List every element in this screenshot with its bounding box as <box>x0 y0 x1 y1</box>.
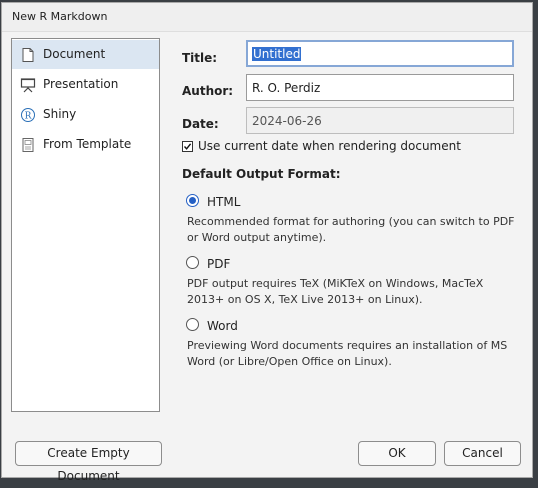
cancel-button[interactable]: Cancel <box>444 441 521 466</box>
use-current-date-checkbox[interactable] <box>182 141 193 152</box>
word-radio[interactable] <box>186 318 199 331</box>
word-description: Previewing Word documents requires an in… <box>187 338 517 370</box>
description-line: PDF output requires TeX (MiKTeX on Windo… <box>187 277 484 290</box>
author-field[interactable]: R. O. Perdiz <box>246 74 514 101</box>
description-line: Word (or Libre/Open Office on Linux). <box>187 355 392 368</box>
author-value: R. O. Perdiz <box>252 81 321 95</box>
svg-text:R: R <box>25 112 32 122</box>
sidebar-item-document[interactable]: Document <box>12 40 159 69</box>
ok-button[interactable]: OK <box>358 441 436 466</box>
author-label: Author: <box>182 84 234 98</box>
document-type-list: Document Presentation R Shiny From Templ… <box>11 38 160 412</box>
html-radio-label: HTML <box>207 195 241 209</box>
sidebar-item-label: From Template <box>43 137 132 151</box>
pdf-radio-label: PDF <box>207 257 231 271</box>
create-empty-document-button[interactable]: Create Empty Document <box>15 441 162 483</box>
sidebar-item-label: Document <box>43 47 106 61</box>
output-format-heading: Default Output Format: <box>182 167 341 181</box>
html-radio[interactable] <box>186 194 199 207</box>
shiny-icon: R <box>21 108 35 122</box>
html-description: Recommended format for authoring (you ca… <box>187 214 517 246</box>
description-line: 2013+ on OS X, TeX Live 2013+ on Linux). <box>187 293 423 306</box>
pdf-description: PDF output requires TeX (MiKTeX on Windo… <box>187 276 517 308</box>
pdf-radio[interactable] <box>186 256 199 269</box>
description-line: or Word output anytime). <box>187 231 327 244</box>
date-field: 2024-06-26 <box>246 107 514 134</box>
word-radio-label: Word <box>207 319 238 333</box>
presentation-icon <box>20 78 36 93</box>
document-icon <box>22 48 34 62</box>
title-label: Title: <box>182 51 218 65</box>
backdrop-edge <box>534 0 538 481</box>
checkmark-icon <box>183 143 192 150</box>
title-value: Untitled <box>252 47 302 61</box>
title-field[interactable]: Untitled <box>246 40 514 67</box>
sidebar-item-presentation[interactable]: Presentation <box>12 70 159 99</box>
dialog-title: New R Markdown <box>12 10 108 23</box>
sidebar-item-label: Presentation <box>43 77 119 91</box>
sidebar-item-label: Shiny <box>43 107 77 121</box>
date-value: 2024-06-26 <box>252 114 322 128</box>
template-icon <box>22 138 34 152</box>
sidebar-item-from-template[interactable]: From Template <box>12 130 159 159</box>
sidebar-item-shiny[interactable]: R Shiny <box>12 100 159 129</box>
date-label: Date: <box>182 117 219 131</box>
description-line: Recommended format for authoring (you ca… <box>187 215 515 228</box>
dialog-titlebar: New R Markdown <box>2 3 532 32</box>
description-line: Previewing Word documents requires an in… <box>187 339 508 352</box>
use-current-date-label: Use current date when rendering document <box>198 139 461 153</box>
